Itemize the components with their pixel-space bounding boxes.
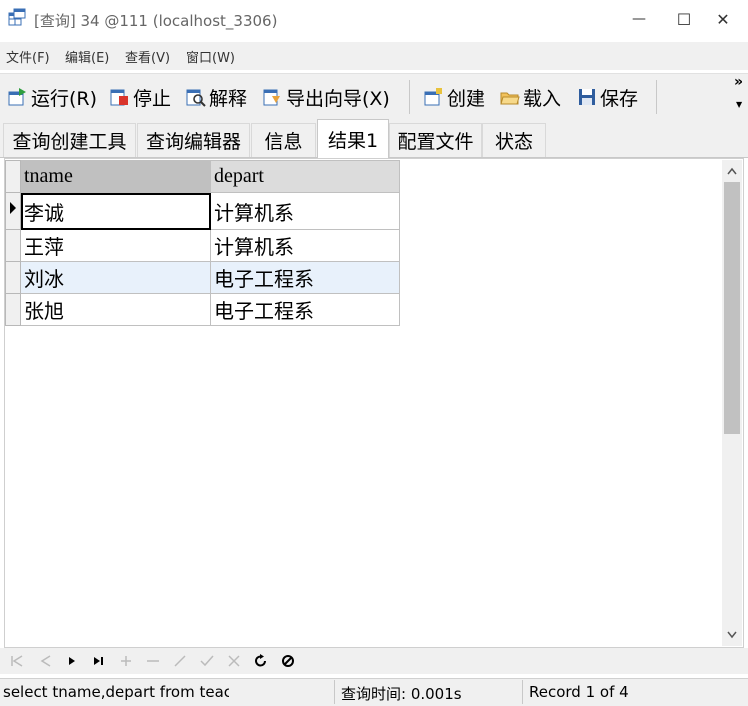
tab-query-builder[interactable]: 查询创建工具 <box>3 123 136 157</box>
load-label: 载入 <box>523 87 562 110</box>
row-indicator-header <box>5 160 21 193</box>
cell-tname[interactable]: 刘冰 <box>20 261 211 294</box>
post-edit-icon[interactable] <box>198 652 216 670</box>
scroll-up-icon[interactable] <box>722 162 742 180</box>
toolbar-separator <box>656 80 657 114</box>
tab-profile[interactable]: 配置文件 <box>389 123 482 157</box>
minimize-button[interactable]: — <box>616 0 662 38</box>
maximize-icon: ☐ <box>676 9 692 29</box>
create-button[interactable]: 创建 <box>424 84 485 110</box>
explain-icon <box>186 89 206 107</box>
menu-view[interactable]: 查看(V) <box>125 47 170 66</box>
menu-file[interactable]: 文件(F) <box>6 47 50 66</box>
result-grid: tname depart 李诚 计算机系 王萍 计算机系 刘冰 电子工程系 张旭… <box>5 160 400 326</box>
next-record-icon[interactable] <box>63 652 81 670</box>
menu-edit[interactable]: 编辑(E) <box>65 47 109 66</box>
cell-tname[interactable]: 张旭 <box>20 293 211 326</box>
insert-record-icon[interactable] <box>117 652 135 670</box>
window-title: [查询] 34 @111 (localhost_3306) <box>34 12 278 30</box>
scroll-down-icon[interactable] <box>722 626 742 644</box>
table-row[interactable]: 李诚 计算机系 <box>5 192 400 230</box>
stop-button[interactable]: 停止 <box>110 84 171 110</box>
cancel-edit-icon[interactable] <box>225 652 243 670</box>
tab-info[interactable]: 信息 <box>251 123 316 157</box>
row-indicator <box>5 229 21 262</box>
status-sql-text: select tname,depart from teach <box>3 683 229 701</box>
cell-depart[interactable]: 计算机系 <box>210 229 400 262</box>
status-separator <box>522 680 523 704</box>
load-button[interactable]: 载入 <box>500 84 561 110</box>
toolbar-overflow-icon[interactable]: » <box>734 74 743 90</box>
status-record-count: Record 1 of 4 <box>529 683 629 701</box>
toolbar-separator <box>409 80 410 114</box>
menu-window[interactable]: 窗口(W) <box>186 47 235 66</box>
export-icon <box>263 89 280 106</box>
tab-status[interactable]: 状态 <box>482 123 546 157</box>
explain-button[interactable]: 解释 <box>186 84 247 110</box>
close-icon: ✕ <box>716 9 730 29</box>
cell-tname[interactable]: 王萍 <box>20 229 211 262</box>
query-window-icon <box>8 8 26 26</box>
row-indicator <box>5 261 21 294</box>
status-query-time: 查询时间: 0.001s <box>341 685 462 703</box>
export-wizard-button[interactable]: 导出向导(X) <box>263 84 390 110</box>
table-row[interactable]: 王萍 计算机系 <box>5 229 400 262</box>
explain-label: 解释 <box>209 87 248 110</box>
cell-depart[interactable]: 电子工程系 <box>210 261 400 294</box>
minimize-icon: — <box>632 11 646 27</box>
save-label: 保存 <box>600 87 639 110</box>
cell-depart[interactable]: 电子工程系 <box>210 293 400 326</box>
scrollbar-thumb[interactable] <box>724 182 740 434</box>
row-indicator <box>5 293 21 326</box>
record-navigator <box>0 648 748 674</box>
prior-record-icon[interactable] <box>36 652 54 670</box>
tab-query-editor[interactable]: 查询编辑器 <box>137 123 250 157</box>
run-label: 运行(R) <box>31 87 98 110</box>
save-icon <box>579 89 595 105</box>
folder-icon <box>500 92 520 105</box>
run-button[interactable]: 运行(R) <box>8 84 97 110</box>
table-row[interactable]: 张旭 电子工程系 <box>5 293 400 326</box>
stop-loading-icon[interactable] <box>279 652 297 670</box>
table-row[interactable]: 刘冰 电子工程系 <box>5 261 400 294</box>
save-button[interactable]: 保存 <box>577 84 638 110</box>
stop-icon <box>110 89 128 106</box>
last-record-icon[interactable] <box>90 652 108 670</box>
column-header-tname[interactable]: tname <box>20 160 211 193</box>
cell-depart[interactable]: 计算机系 <box>210 192 400 230</box>
menu-bar <box>0 42 748 70</box>
export-label: 导出向导(X) <box>286 87 390 110</box>
first-record-icon[interactable] <box>8 652 26 670</box>
delete-record-icon[interactable] <box>144 652 162 670</box>
cell-tname[interactable]: 李诚 <box>20 192 211 230</box>
current-row-indicator-icon <box>5 192 21 230</box>
edit-record-icon[interactable] <box>171 652 189 670</box>
grid-header-row: tname depart <box>5 160 400 193</box>
column-header-depart[interactable]: depart <box>210 160 400 193</box>
tab-result-1[interactable]: 结果1 <box>317 119 389 158</box>
create-icon <box>424 88 442 106</box>
stop-label: 停止 <box>133 87 172 110</box>
close-button[interactable]: ✕ <box>700 0 746 38</box>
refresh-icon[interactable] <box>252 652 270 670</box>
create-label: 创建 <box>447 87 486 110</box>
status-separator <box>334 680 335 704</box>
run-icon <box>8 88 26 106</box>
toolbar-dropdown-icon[interactable]: ▼ <box>736 100 742 109</box>
